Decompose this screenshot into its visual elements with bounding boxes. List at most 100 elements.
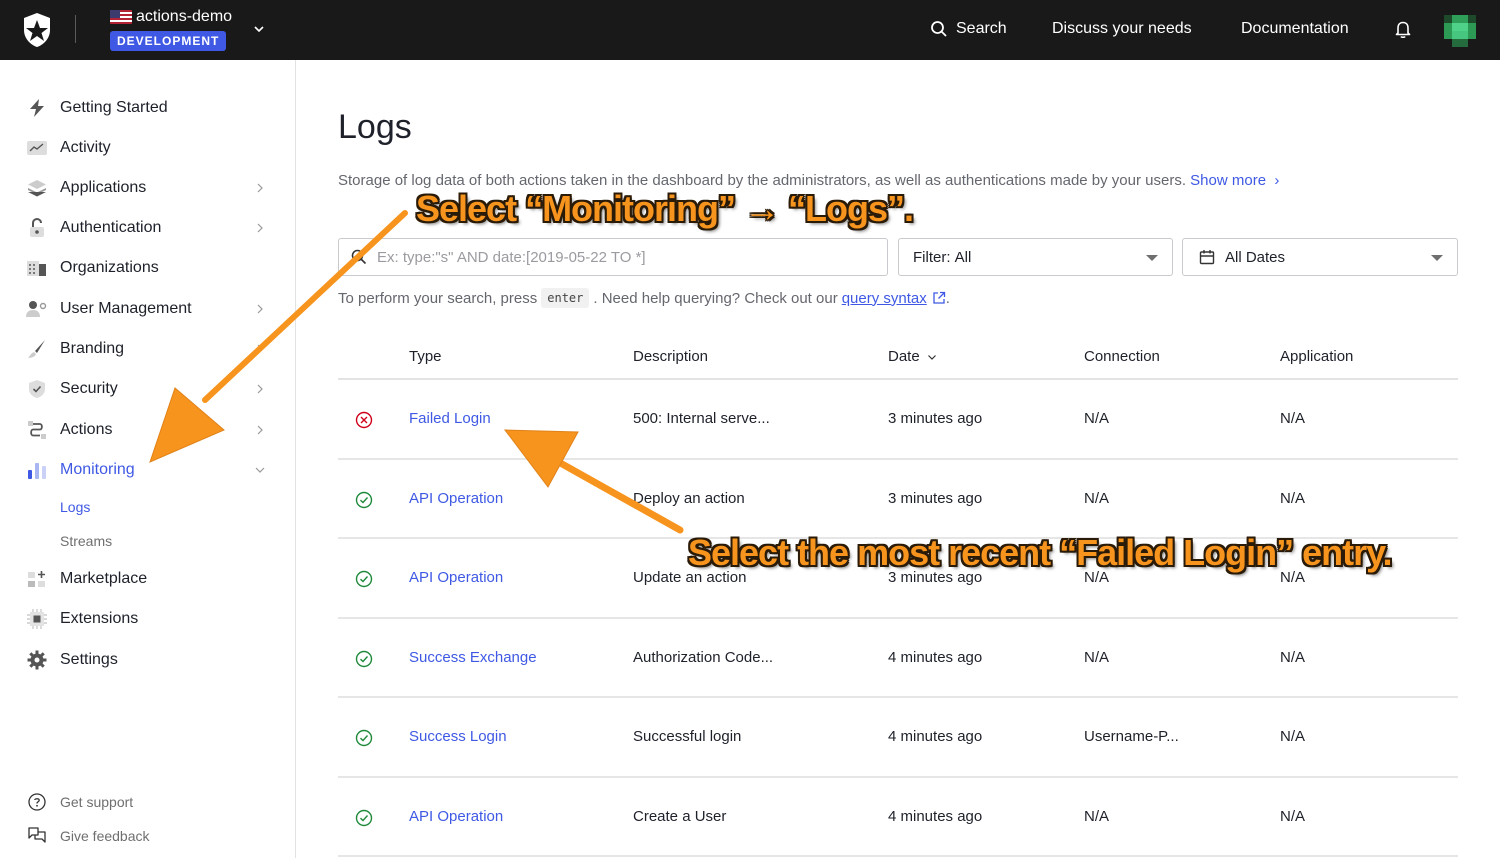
chevron-down-icon xyxy=(255,467,265,473)
sidebar-item-label: Settings xyxy=(60,651,118,668)
sidebar-item-label: Getting Started xyxy=(60,99,168,116)
sidebar-item-organizations[interactable]: Organizations xyxy=(26,254,276,282)
log-description: Successful login xyxy=(633,728,742,745)
external-link-icon[interactable] xyxy=(932,291,946,305)
table-row[interactable]: Success Login Successful login 4 minutes a… xyxy=(338,698,1458,778)
column-header-connection[interactable]: Connection xyxy=(1084,348,1160,365)
tenant-switcher[interactable]: actions-demo DEVELOPMENT xyxy=(110,7,232,51)
discuss-needs-link[interactable]: Discuss your needs xyxy=(1052,20,1192,38)
log-type-link[interactable]: API Operation xyxy=(409,569,503,586)
us-flag-icon xyxy=(110,10,132,24)
chat-bubbles-icon xyxy=(26,825,48,847)
table-row[interactable]: Success Exchange Authorization Code... 4 m… xyxy=(338,619,1458,698)
query-syntax-link[interactable]: query syntax xyxy=(842,290,927,307)
activity-chart-icon xyxy=(26,137,48,159)
filter-select[interactable]: Filter: All xyxy=(898,238,1173,276)
log-connection: N/A xyxy=(1084,410,1110,427)
search-button[interactable]: Search xyxy=(930,20,1007,38)
chevron-right-icon xyxy=(257,183,263,193)
get-support-link[interactable]: Get support xyxy=(26,791,133,813)
description-text: Storage of log data of both actions take… xyxy=(338,172,1186,189)
bolt-icon xyxy=(26,97,48,119)
column-header-description[interactable]: Description xyxy=(633,348,708,365)
sidebar-item-actions[interactable]: Actions xyxy=(26,416,276,444)
sidebar-item-monitoring[interactable]: Monitoring xyxy=(26,456,276,484)
log-description: Create a User xyxy=(633,807,727,825)
log-search-input[interactable] xyxy=(377,248,877,266)
date-range-select[interactable]: All Dates xyxy=(1182,238,1458,276)
log-type-link[interactable]: Success Exchange xyxy=(409,649,537,666)
sidebar-item-getting-started[interactable]: Getting Started xyxy=(26,94,276,122)
chevron-right-icon xyxy=(257,304,263,314)
filter-value: All xyxy=(954,248,972,266)
environment-badge: DEVELOPMENT xyxy=(110,31,227,51)
sidebar-item-marketplace[interactable]: Marketplace xyxy=(26,565,276,593)
sidebar-item-label: Marketplace xyxy=(60,570,148,587)
give-feedback-label: Give feedback xyxy=(60,828,150,844)
search-icon xyxy=(931,21,947,37)
caret-down-icon xyxy=(1146,255,1158,261)
page-description: Storage of log data of both actions take… xyxy=(338,172,1279,189)
sidebar-item-applications[interactable]: Applications xyxy=(26,174,276,202)
sidebar-item-activity[interactable]: Activity xyxy=(26,134,276,162)
help-circle-icon xyxy=(26,791,48,813)
sidebar-item-branding[interactable]: Branding xyxy=(26,335,276,363)
column-header-type[interactable]: Type xyxy=(409,348,442,365)
log-date: 3 minutes ago xyxy=(888,489,983,507)
chevron-right-icon xyxy=(257,425,263,435)
column-header-application[interactable]: Application xyxy=(1280,348,1353,365)
sidebar-item-authentication[interactable]: Authentication xyxy=(26,214,276,242)
sidebar-item-user-management[interactable]: User Management xyxy=(26,295,276,323)
log-type-link[interactable]: API Operation xyxy=(409,490,503,507)
success-check-icon xyxy=(355,570,373,588)
error-circle-icon xyxy=(355,411,373,429)
building-icon xyxy=(26,257,48,279)
log-type-link[interactable]: API Operation xyxy=(409,808,503,825)
success-check-icon xyxy=(355,729,373,747)
auth0-logo-icon[interactable] xyxy=(22,12,52,48)
chevron-right-icon xyxy=(257,344,263,354)
log-description: Deploy an action xyxy=(633,489,745,507)
column-header-date[interactable]: Date xyxy=(888,348,938,365)
page-title: Logs xyxy=(338,108,412,146)
sidebar-subitem-logs[interactable]: Logs xyxy=(60,499,90,515)
sidebar-item-label: Organizations xyxy=(60,259,159,276)
log-description: 500: Internal serve... xyxy=(633,410,770,427)
sidebar-subitem-streams[interactable]: Streams xyxy=(60,533,112,549)
sidebar-item-settings[interactable]: Settings xyxy=(26,646,276,674)
log-search-box xyxy=(338,238,888,276)
success-check-icon xyxy=(355,650,373,667)
enter-key-hint: enter xyxy=(541,288,590,308)
search-help-text: To perform your search, press enter . Ne… xyxy=(338,288,950,308)
user-avatar[interactable] xyxy=(1444,15,1476,47)
table-row[interactable]: API Operation Deploy an action 3 minutes a… xyxy=(338,460,1458,539)
chevron-down-icon[interactable] xyxy=(252,22,266,36)
search-label: Search xyxy=(956,20,1007,37)
date-range-value: All Dates xyxy=(1225,248,1286,266)
log-date: 4 minutes ago xyxy=(888,648,983,666)
bar-chart-icon xyxy=(26,459,48,481)
sidebar-item-label: Security xyxy=(60,380,118,397)
documentation-link[interactable]: Documentation xyxy=(1241,20,1349,38)
calendar-icon xyxy=(1199,250,1215,265)
log-connection: N/A xyxy=(1084,648,1110,666)
give-feedback-link[interactable]: Give feedback xyxy=(26,825,150,847)
log-application: N/A xyxy=(1280,807,1306,825)
notifications-bell-icon[interactable] xyxy=(1393,19,1413,39)
user-gear-icon xyxy=(26,298,48,320)
gear-icon xyxy=(26,649,48,671)
sidebar-item-label: Branding xyxy=(60,340,125,357)
show-more-link[interactable]: Show more › xyxy=(1190,172,1279,189)
sidebar-item-security[interactable]: Security xyxy=(26,375,276,403)
brush-icon xyxy=(26,338,48,360)
shield-check-icon xyxy=(26,378,48,400)
logs-table: Type Description Date Connection Applica… xyxy=(338,330,1458,857)
table-row[interactable]: Failed Login 500: Internal serve... 3 minu… xyxy=(338,380,1458,460)
table-header: Type Description Date Connection Applica… xyxy=(338,330,1458,380)
log-type-link[interactable]: Success Login xyxy=(409,728,507,745)
log-type-link[interactable]: Failed Login xyxy=(409,410,491,427)
log-date: 4 minutes ago xyxy=(888,807,983,825)
sidebar-item-extensions[interactable]: Extensions xyxy=(26,605,276,633)
flow-icon xyxy=(26,419,48,441)
table-row[interactable]: API Operation Create a User 4 minutes ago N… xyxy=(338,778,1458,857)
